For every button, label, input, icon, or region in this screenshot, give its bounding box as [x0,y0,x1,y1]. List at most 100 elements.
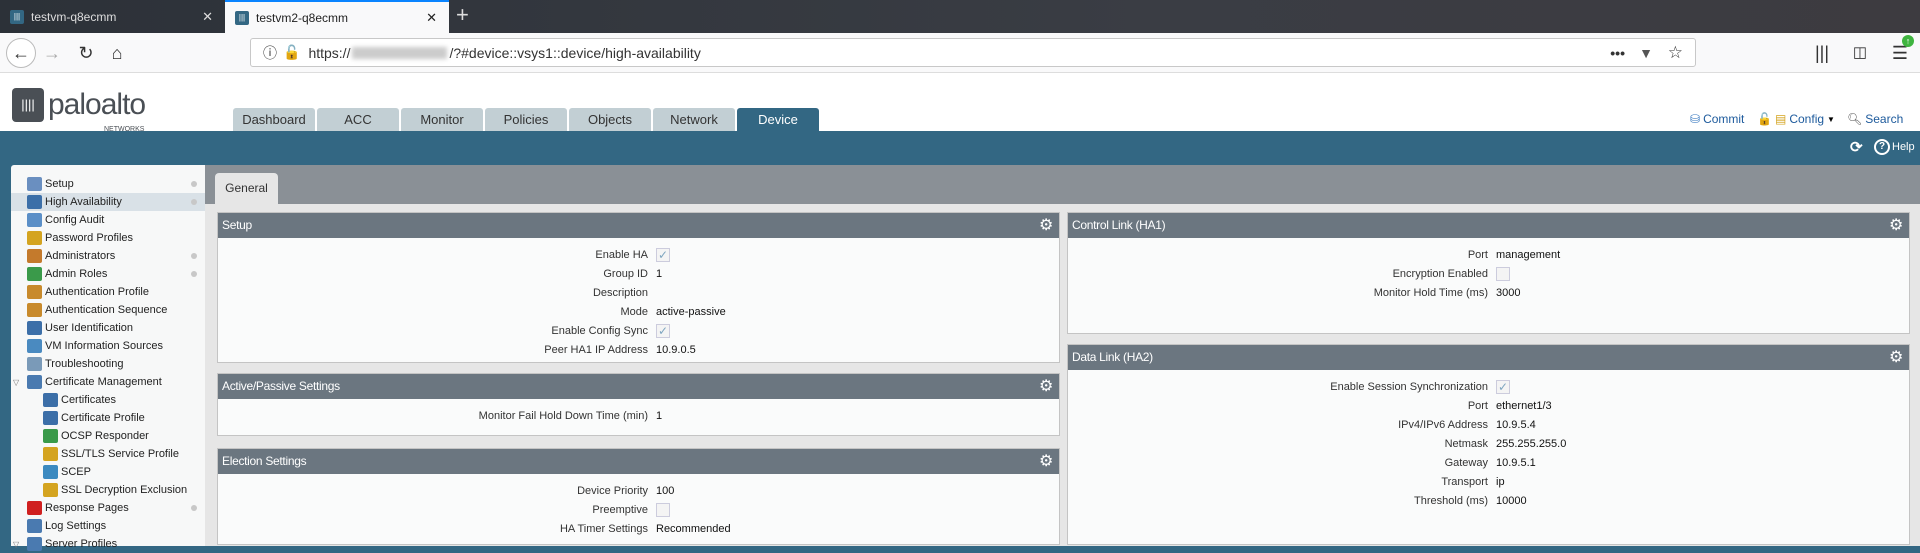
field-label: Peer HA1 IP Address [544,344,648,356]
tab-general[interactable]: General [215,173,278,204]
field-label: Encryption Enabled [1392,268,1488,280]
expand-triangle-icon[interactable]: ▽ [13,378,19,387]
search-button[interactable]: 🔍︎ Search [1847,112,1903,126]
sidebar-item-log-settings[interactable]: Log Settings [11,517,205,535]
field-value: 100 [656,485,675,497]
refresh-icon[interactable]: ⟳ [1850,138,1863,156]
tab-monitor[interactable]: Monitor [401,108,483,131]
forward-button[interactable]: → [38,39,66,67]
sidebar-item-label: Config Audit [45,214,105,226]
sidebar-item-authentication-sequence[interactable]: Authentication Sequence [11,301,205,319]
sidebar-item-certificate-profile[interactable]: Certificate Profile [11,409,205,427]
sidebar-item-admin-roles[interactable]: Admin Roles [11,265,205,283]
pocket-icon[interactable]: ▼ [1639,45,1653,61]
certificate-profile-icon [43,411,58,425]
back-button[interactable]: ← [6,38,36,68]
sidebar-item-response-pages[interactable]: Response Pages [11,499,205,517]
sidebar-item-scep[interactable]: SCEP [11,463,205,481]
field-value: active-passive [656,306,726,318]
paloalto-logo: |||| paloalto NETWORKS [12,88,146,133]
field-row: Enable Session Synchronization ✓ [1068,378,1909,396]
bookmark-star-icon[interactable]: ☆ [1668,43,1683,63]
url-prefix: https:// [308,44,351,61]
gear-icon[interactable]: ⚙ [1889,213,1903,238]
tab-policies[interactable]: Policies [485,108,567,131]
gear-icon[interactable]: ⚙ [1889,345,1903,370]
general-content: Setup ⚙ Enable HA ✓ Group ID 1 Description Mode… [205,204,1920,546]
browser-tab[interactable]: ||| testvm-q8ecmm ✕ [0,0,225,33]
field-value: 255.255.255.0 [1496,438,1567,450]
field-row: Mode active-passive [218,303,1059,321]
field-label: Mode [620,306,648,318]
sidebar-item-label: Server Profiles [45,538,118,550]
sidebar-item-vm-information-sources[interactable]: VM Information Sources [11,337,205,355]
field-label: Description [592,287,648,299]
sidebar-item-config-audit[interactable]: Config Audit [11,211,205,229]
main-area: General Setup ⚙ Enable HA ✓ Group ID 1 Descrip… [205,165,1920,546]
sidebar-item-authentication-profile[interactable]: Authentication Profile [11,283,205,301]
expand-triangle-icon[interactable]: ▽ [13,540,19,549]
close-tab-icon[interactable]: ✕ [202,9,213,25]
gear-icon[interactable]: ⚙ [1039,213,1053,238]
setup-icon [27,177,42,191]
tab-acc[interactable]: ACC [317,108,399,131]
lock-icon [43,447,58,461]
home-button[interactable]: ⌂ [103,39,131,67]
library-icon[interactable]: ||| [1808,39,1836,67]
sidebar-item-administrators[interactable]: Administrators [11,247,205,265]
field-label: HA Timer Settings [559,523,648,535]
sidebar-item-ssl-decryption-exclusion[interactable]: SSL Decryption Exclusion [11,481,205,499]
sidebar-item-server-profiles[interactable]: ▽ Server Profiles [11,535,205,553]
sidebar-item-password-profiles[interactable]: Password Profiles [11,229,205,247]
sidebar-item-label: Log Settings [45,520,107,532]
field-label: Enable HA [595,249,648,261]
commit-button[interactable]: ⛁ Commit [1690,112,1744,126]
info-icon[interactable]: ⓘ [263,43,277,63]
active-passive-panel: Active/Passive Settings ⚙ Monitor Fail Hol… [217,373,1060,436]
status-dot [191,253,197,259]
sidebar-item-certificates[interactable]: Certificates [11,391,205,409]
gear-icon[interactable]: ⚙ [1039,449,1053,474]
sidebar-item-ocsp-responder[interactable]: OCSP Responder [11,427,205,445]
panel-header: Control Link (HA1) ⚙ [1068,213,1909,238]
sidebar-item-certificate-management[interactable]: ▽ Certificate Management [11,373,205,391]
sidebar-item-label: VM Information Sources [45,340,163,352]
sidebar-item-ssl-tls-service-profile[interactable]: SSL/TLS Service Profile [11,445,205,463]
config-menu[interactable]: ▤ Config ▼ [1775,112,1835,126]
field-row: Monitor Hold Time (ms) 3000 [1068,284,1909,302]
tab-dashboard[interactable]: Dashboard [233,108,315,131]
field-value: 1 [656,268,663,280]
close-tab-icon[interactable]: ✕ [426,10,437,26]
field-value: 10.9.5.1 [1496,457,1536,469]
field-value: 10.9.5.4 [1496,419,1536,431]
sidebar-item-troubleshooting[interactable]: Troubleshooting [11,355,205,373]
sidebar-item-setup[interactable]: Setup [11,175,205,193]
paloalto-favicon-icon: ||| [235,10,249,25]
user-identification-icon [27,321,42,335]
reload-button[interactable]: ↻ [72,39,100,67]
browser-tab-active[interactable]: ||| testvm2-q8ecmm ✕ [225,0,449,33]
field-row: Group ID 1 [218,265,1059,283]
panel-title: Control Link (HA1) [1072,218,1166,232]
sidebar-item-high-availability[interactable]: High Availability [11,193,205,211]
page-actions-icon[interactable]: ••• [1610,45,1625,61]
sidebar-item-label: Authentication Profile [45,286,149,298]
tab-network[interactable]: Network [653,108,735,131]
url-bar[interactable]: ⓘ 🔓 https:// /?#device::vsys1::device/hi… [250,38,1696,67]
sidebar-item-label: Authentication Sequence [45,304,168,316]
help-button[interactable]: ? Help [1874,139,1915,155]
unchecked-checkbox [1496,267,1510,281]
url-path: /?#device::vsys1::device/high-availabili… [449,44,701,61]
panel-header: Data Link (HA2) ⚙ [1068,345,1909,370]
sidebar-toggle-icon[interactable]: ◫ [1846,39,1874,67]
new-tab-button[interactable]: + [456,2,469,28]
sidebar-item-user-identification[interactable]: User Identification [11,319,205,337]
tab-objects[interactable]: Objects [569,108,651,131]
app-header: |||| paloalto NETWORKS Dashboard ACC Mon… [0,73,1920,133]
tab-device[interactable]: Device [737,108,819,131]
panel-header: Active/Passive Settings ⚙ [218,374,1059,399]
log-settings-icon [27,519,42,533]
lock-button[interactable]: 🔓 [1757,112,1772,126]
scep-icon [43,465,58,479]
gear-icon[interactable]: ⚙ [1039,374,1053,399]
